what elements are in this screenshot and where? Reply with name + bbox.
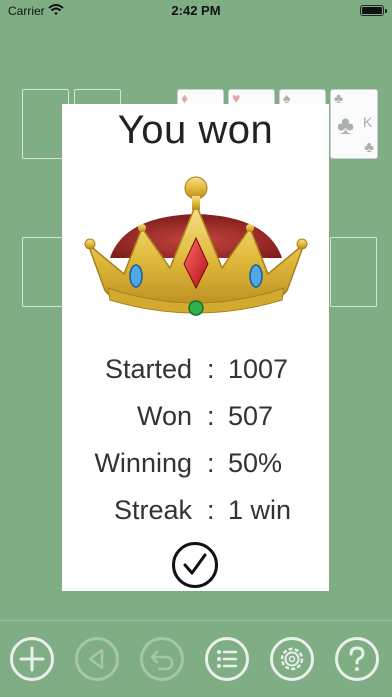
stat-value: 50% (228, 448, 283, 478)
stat-value: 507 (228, 401, 274, 431)
list-icon (217, 650, 238, 668)
battery-icon (360, 5, 387, 16)
stat-label: Won (136, 401, 192, 431)
stat-separator: : (207, 401, 215, 431)
stat-label: Winning (94, 448, 192, 478)
stat-separator: : (207, 495, 215, 525)
back-button[interactable] (75, 637, 119, 681)
clock: 2:42 PM (171, 3, 221, 18)
stat-row-streak: Streak : 1 win (62, 495, 329, 529)
club-icon: ♣ (364, 139, 374, 156)
triangle-left-icon (88, 648, 104, 670)
stat-row-started: Started : 1007 (62, 354, 329, 388)
club-icon: ♣ (337, 110, 355, 140)
new-game-button[interactable] (10, 637, 54, 681)
stat-row-won: Won : 507 (62, 401, 329, 435)
settings-button[interactable] (270, 637, 314, 681)
gear-icon (280, 647, 304, 671)
question-icon (349, 646, 365, 671)
stat-value: 1007 (228, 354, 289, 384)
stat-label: Started (104, 354, 192, 384)
undo-button[interactable] (140, 637, 184, 681)
stat-label: Streak (113, 495, 192, 525)
menu-button[interactable] (205, 637, 249, 681)
help-button[interactable] (335, 637, 379, 681)
undo-arrow-icon (150, 650, 174, 671)
club-icon: ♣ (334, 90, 344, 106)
stat-row-winning: Winning : 50% (62, 448, 329, 482)
crown-icon (84, 176, 308, 333)
checkmark-icon (183, 553, 207, 575)
plus-icon (19, 646, 45, 672)
stat-separator: : (207, 448, 215, 478)
dialog-title: You won (117, 108, 274, 152)
tableau-slot[interactable] (330, 237, 377, 307)
status-bar: Carrier 2:42 PM (0, 0, 392, 22)
stat-value: 1 win (228, 495, 292, 525)
win-dialog: You won Started: 1007 Won: 507 Winning… (62, 104, 329, 591)
foundation-card-club[interactable]: ♣ ♣ K ♣ (330, 89, 378, 159)
card-rank: K (363, 114, 373, 130)
stat-separator: : (207, 354, 215, 384)
bottom-toolbar (0, 620, 392, 697)
confirm-button[interactable] (172, 542, 218, 588)
